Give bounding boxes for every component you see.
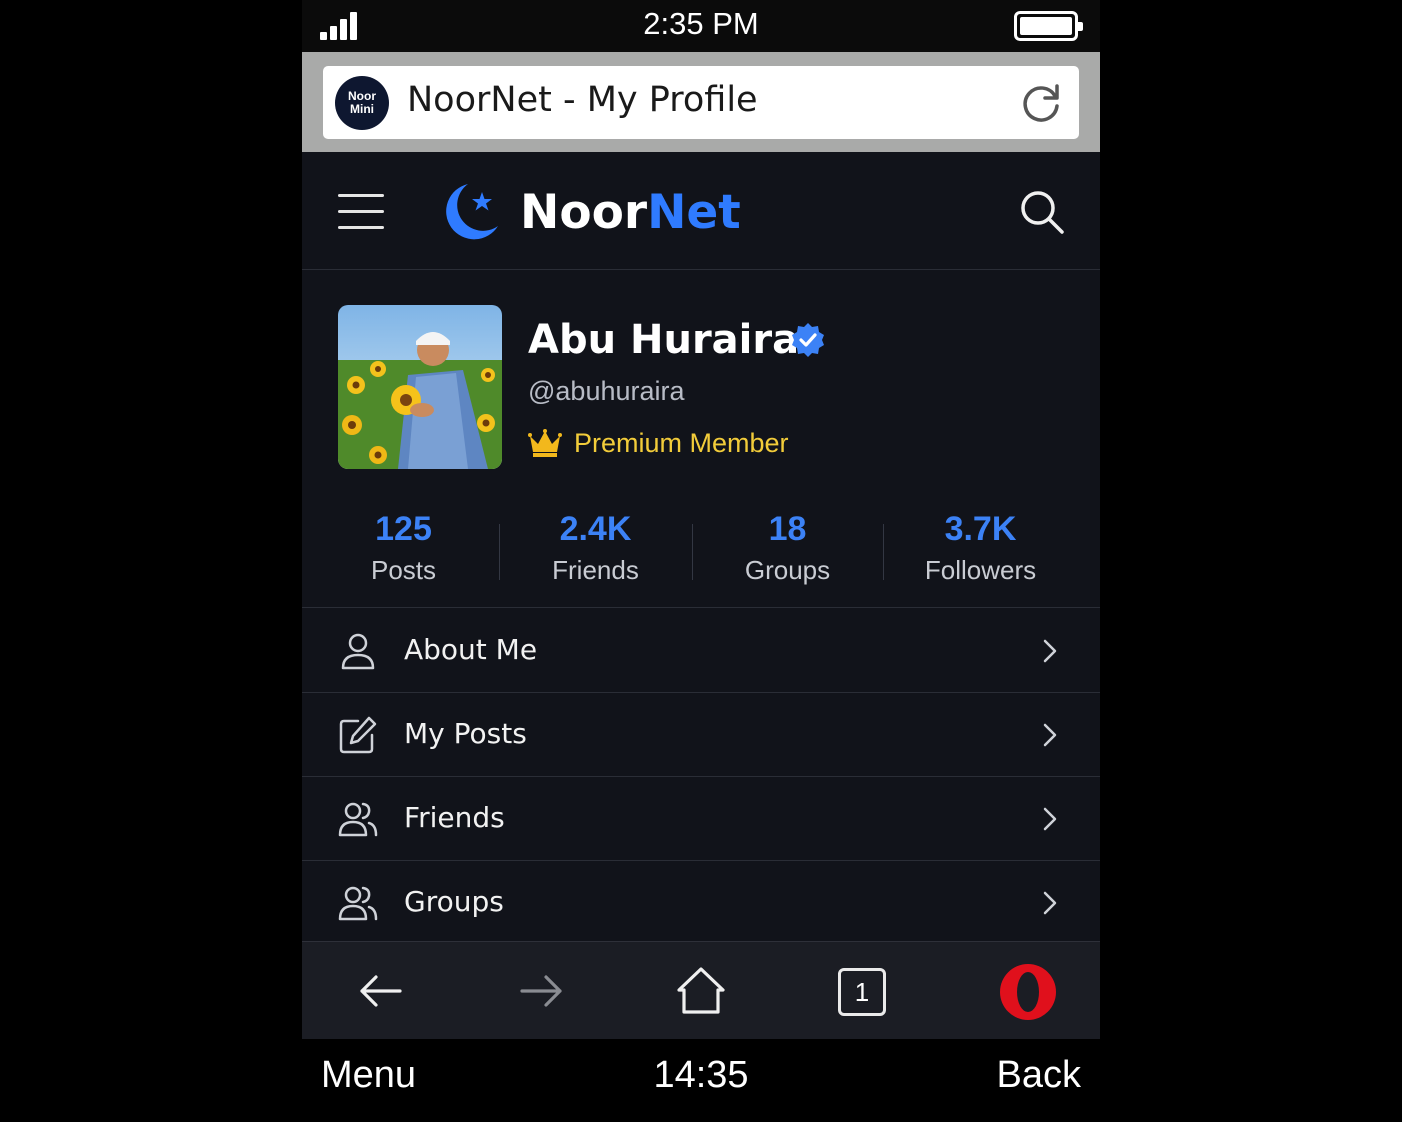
stat-friends[interactable]: 2.4K Friends — [499, 504, 692, 608]
menu-item-label: Friends — [404, 801, 505, 834]
status-bar: 2:35 PM — [302, 0, 1100, 52]
chevron-right-icon — [1043, 807, 1057, 831]
page-tab-title: NoorNet - My Profile — [407, 80, 758, 120]
stat-label: Groups — [744, 555, 831, 585]
crown-icon — [528, 429, 562, 457]
stat-posts[interactable]: 125 Posts — [307, 504, 500, 608]
softkey-back[interactable]: Back — [997, 1054, 1081, 1097]
forward-arrow-icon[interactable] — [516, 966, 566, 1016]
stat-followers[interactable]: 3.7K Followers — [884, 504, 1077, 608]
verified-badge-icon — [792, 323, 824, 357]
phone-screen: 2:35 PM Noor Mini NoorNet - My Profile N… — [302, 0, 1100, 1122]
stat-value: 2.4K — [559, 510, 632, 548]
status-time: 2:35 PM — [643, 6, 759, 41]
home-icon[interactable] — [676, 966, 726, 1016]
chevron-right-icon — [1043, 723, 1057, 747]
hamburger-menu-icon[interactable] — [338, 192, 386, 232]
site-favicon-icon: Noor Mini — [335, 76, 389, 130]
site-header: NoorNet — [302, 152, 1100, 270]
stat-label: Followers — [924, 555, 1037, 585]
stat-label: Posts — [370, 555, 437, 585]
crescent-moon-logo-icon — [446, 184, 498, 240]
back-arrow-icon[interactable] — [356, 966, 406, 1016]
chevron-right-icon — [1043, 639, 1057, 663]
stat-value: 125 — [375, 510, 432, 548]
site-logo[interactable]: NoorNet — [520, 185, 741, 240]
menu-item-about-me[interactable]: About Me — [302, 609, 1100, 693]
stat-value: 3.7K — [944, 510, 1017, 548]
users-icon — [338, 802, 378, 837]
softkey-bar: Menu 14:35 Back — [302, 1039, 1100, 1122]
reload-icon[interactable] — [1017, 78, 1065, 126]
web-page: NoorNet Abu Huraira @abuhuraira Premium … — [302, 152, 1100, 941]
menu-item-friends[interactable]: Friends — [302, 777, 1100, 861]
edit-icon — [339, 716, 377, 754]
address-bar[interactable]: Noor Mini NoorNet - My Profile — [323, 66, 1079, 139]
softkey-clock: 14:35 — [653, 1054, 749, 1096]
stat-label: Friends — [552, 555, 639, 585]
opera-menu-icon[interactable] — [998, 962, 1058, 1022]
menu-item-label: About Me — [404, 633, 538, 666]
stat-value: 18 — [768, 510, 807, 548]
premium-badge-label: Premium Member — [574, 428, 789, 458]
users-icon — [338, 886, 378, 921]
stat-groups[interactable]: 18 Groups — [691, 504, 884, 608]
tabs-counter-button[interactable]: 1 — [838, 968, 886, 1016]
profile-handle: @abuhuraira — [528, 376, 685, 406]
user-icon — [341, 633, 375, 670]
profile-name: Abu Huraira — [528, 317, 800, 363]
address-bar-area: Noor Mini NoorNet - My Profile — [302, 52, 1100, 152]
menu-item-my-posts[interactable]: My Posts — [302, 693, 1100, 777]
browser-toolbar: 1 — [302, 941, 1100, 1039]
chevron-right-icon — [1043, 891, 1057, 915]
menu-item-label: Groups — [404, 885, 504, 918]
search-icon[interactable] — [1018, 188, 1066, 236]
menu-item-groups[interactable]: Groups — [302, 861, 1100, 945]
profile-stats: 125 Posts 2.4K Friends 18 Groups 3.7K Fo… — [302, 504, 1100, 608]
battery-icon — [1014, 11, 1083, 41]
profile-avatar[interactable] — [338, 305, 502, 469]
menu-item-label: My Posts — [404, 717, 527, 750]
